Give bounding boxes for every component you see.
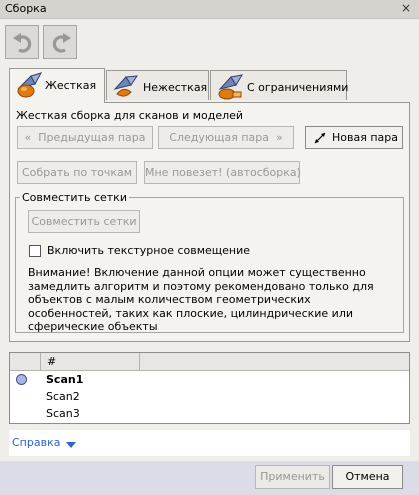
close-icon[interactable]: × <box>401 1 411 15</box>
double-chevron-right-icon: » <box>276 131 283 144</box>
new-pair-label: Новая пара <box>332 131 398 144</box>
table-row[interactable]: Scan2 <box>10 389 409 405</box>
panel-title: Жесткая сборка для сканов и моделей <box>16 109 244 122</box>
scan-name: Scan1 <box>46 373 84 386</box>
rigid-assembly-icon <box>17 72 43 98</box>
rigid-assembly-panel: Жесткая сборка для сканов и моделей « Пр… <box>9 102 410 342</box>
tab-nonrigid[interactable]: Нежесткая <box>106 70 209 100</box>
new-pair-button[interactable]: Новая пара <box>305 126 403 149</box>
chevron-down-icon[interactable] <box>66 442 76 448</box>
double-chevron-left-icon: « <box>24 131 32 144</box>
scan-marker-icon[interactable] <box>16 374 27 385</box>
apply-button[interactable]: Применить <box>255 465 330 489</box>
align-meshes-button[interactable]: Совместить сетки <box>28 210 140 233</box>
cancel-button[interactable]: Отмена <box>332 465 403 489</box>
tab-rigid-label: Жесткая <box>45 79 97 92</box>
title-bar: Сборка × <box>0 0 419 19</box>
undo-button[interactable] <box>5 25 39 59</box>
texture-alignment-label: Включить текстурное совмещение <box>47 244 251 257</box>
redo-arrow-icon <box>52 33 71 53</box>
undo-redo-toolbar <box>5 25 79 61</box>
texture-alignment-checkbox[interactable] <box>29 245 41 257</box>
constrained-assembly-icon <box>218 74 243 100</box>
help-section: Справка <box>9 430 410 456</box>
warning-line: замедлить алгоритм и поэтому рекомендова… <box>28 279 374 293</box>
tab-nonrigid-label: Нежесткая <box>143 81 208 94</box>
texture-warning-text: Внимание! Включение данной опции может с… <box>28 266 400 334</box>
assemble-by-points-button[interactable]: Собрать по точкам <box>17 161 137 184</box>
table-row[interactable]: Scan1 <box>10 372 409 388</box>
scan-name: Scan2 <box>46 390 80 403</box>
nonrigid-assembly-icon <box>113 75 138 97</box>
scan-list: # Scan1 Scan2 Scan3 <box>9 352 410 424</box>
warning-line: особенностей, таких как плоские, цилиндр… <box>28 306 354 320</box>
header-marker-column[interactable] <box>10 353 41 370</box>
align-meshes-group: Совместить сетки Совместить сетки Включи… <box>15 191 404 334</box>
diagonal-arrow-icon <box>314 132 326 144</box>
header-hash-label: # <box>47 355 57 368</box>
next-pair-label: Следующая пара <box>169 131 269 144</box>
help-link[interactable]: Справка <box>12 436 60 449</box>
previous-pair-label: Предыдущая пара <box>38 131 146 144</box>
align-meshes-group-title: Совместить сетки <box>20 191 129 204</box>
warning-line: объектов с малым количеством геометричес… <box>28 293 311 306</box>
auto-assemble-button[interactable]: Мне повезет! (автосборка) <box>144 161 301 184</box>
redo-button[interactable] <box>43 25 77 59</box>
tab-rigid[interactable]: Жесткая <box>9 68 105 103</box>
tab-constrained[interactable]: С ограничениями <box>210 70 349 100</box>
previous-pair-button[interactable]: « Предыдущая пара <box>17 126 153 149</box>
undo-arrow-icon <box>13 33 32 53</box>
dialog-footer: Применить Отмена <box>0 461 419 495</box>
table-row[interactable]: Scan3 <box>10 406 409 422</box>
scan-name: Scan3 <box>46 407 80 420</box>
warning-line: сферические объекты <box>28 320 158 333</box>
tab-constrained-label: С ограничениями <box>247 81 349 94</box>
scan-list-header: # <box>10 353 409 371</box>
warning-line: Внимание! Включение данной опции может с… <box>28 266 366 279</box>
header-name-column[interactable]: # <box>41 353 140 370</box>
window-title: Сборка <box>5 2 47 15</box>
next-pair-button[interactable]: Следующая пара » <box>158 126 294 149</box>
